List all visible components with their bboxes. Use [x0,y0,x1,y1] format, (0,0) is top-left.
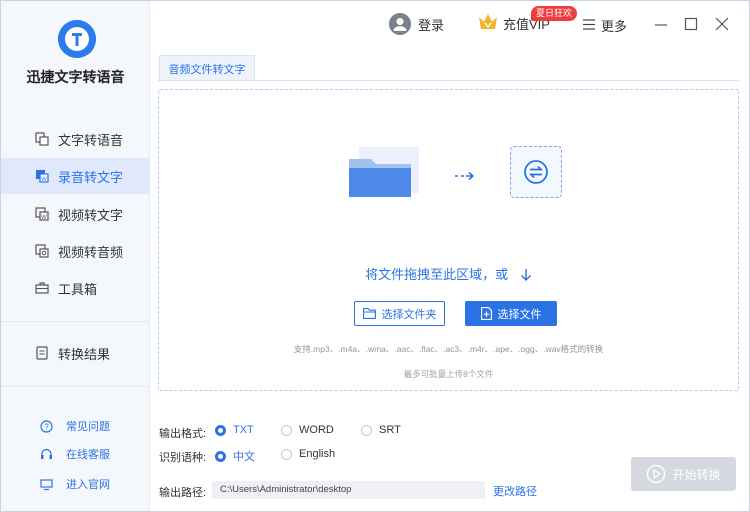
select-folder-label: 选择文件夹 [381,308,437,321]
radio-dot [215,450,226,462]
nav-label: 文字转语音 [58,132,124,148]
login-label: 登录 [418,17,445,33]
audio-to-text-icon: W [34,168,50,184]
output-path-field[interactable]: C:\Users\Administrator\desktop [212,481,485,499]
nav-item-toolbox[interactable]: 工具箱 [1,270,150,306]
nav-item-text-to-speech[interactable]: 文字转语音 [1,121,150,157]
convert-icon [510,146,562,198]
video-to-text-icon: W [34,206,50,222]
select-file-button[interactable]: 选择文件 [465,301,557,326]
nav-label: 录音转文字 [58,169,124,185]
format-radio-txt[interactable]: TXT [215,424,254,436]
nav-label: 视频转音频 [58,244,124,260]
result-icon [34,345,50,361]
nav-item-results[interactable]: 转换结果 [1,335,150,371]
close-icon[interactable] [714,16,730,32]
avatar-icon [389,13,411,35]
help-label: 进入官网 [66,479,110,491]
arrow-right-icon [455,170,475,184]
language-option-label: 中文 [233,451,255,463]
more-label: 更多 [601,19,628,34]
supported-formats-text: 支持.mp3、.m4a、.wma、.aac、.flac、.ac3、.m4r、.a… [293,344,604,354]
format-option-label: TXT [233,424,254,436]
video-to-audio-icon [34,243,50,259]
promo-badge: 夏日狂欢 [531,6,578,21]
nav-label: 视频转文字 [58,207,124,223]
title-bar: 登录 充值VIP 夏日狂欢 更多 [151,1,749,49]
output-path-label: 输出路径: [159,487,207,499]
maximize-icon[interactable] [683,16,699,32]
question-icon: ? [39,419,53,433]
folder-outline-icon [362,308,376,319]
output-format-label: 输出格式: [159,428,207,440]
help-label: 在线客服 [66,449,110,461]
svg-text:W: W [41,177,47,183]
help-label: 常见问题 [66,421,110,433]
tab-audio-to-text[interactable]: 音频文件转文字 [159,55,255,81]
language-label: 识别语种: [159,452,207,464]
select-folder-button[interactable]: 选择文件夹 [354,301,445,326]
nav-item-audio-to-text[interactable]: W 录音转文字 [1,158,150,194]
minimize-icon[interactable] [653,16,669,32]
drop-hint: 将文件拖拽至此区域，或 [159,264,738,284]
menu-icon [583,18,595,33]
help-online-service[interactable]: 在线客服 [39,446,110,462]
select-file-label: 选择文件 [497,308,542,321]
sidebar: 迅捷文字转语音 文字转语音 W 录音转文字 W 视频转文字 视频转音频 工具箱 … [1,1,150,511]
nav-label: 工具箱 [58,281,98,297]
play-icon [647,464,666,484]
help-faq[interactable]: ? 常见问题 [39,418,110,434]
login-button[interactable]: 登录 [389,13,444,35]
start-convert-label: 开始转换 [672,467,721,482]
file-add-icon [480,307,492,320]
svg-text:W: W [41,215,47,221]
svg-text:?: ? [44,422,49,431]
language-radio-chinese[interactable]: 中文 [215,448,255,464]
toolbox-icon [34,280,50,296]
radio-dot [281,424,292,436]
crown-icon [478,13,498,34]
text-to-speech-icon [34,131,50,147]
language-option-label: English [299,448,336,460]
app-name: 迅捷文字转语音 [26,69,125,85]
divider [1,386,150,387]
nav-label: 转换结果 [58,346,111,362]
upload-limit-text: 最多可批量上传8个文件 [403,369,494,379]
monitor-icon [39,477,53,491]
radio-dot [361,424,372,436]
file-drop-zone[interactable]: 将文件拖拽至此区域，或 选择文件夹 选择文件 支持.mp3、.m4a、.wma、… [158,89,739,391]
nav-item-video-to-audio[interactable]: 视频转音频 [1,233,150,269]
radio-dot [215,424,226,436]
language-radio-english[interactable]: English [281,448,335,460]
format-option-label: WORD [299,424,334,436]
app-logo-icon [58,20,96,58]
app-window: 迅捷文字转语音 文字转语音 W 录音转文字 W 视频转文字 视频转音频 工具箱 … [0,0,750,512]
radio-dot [281,448,292,460]
format-radio-word[interactable]: WORD [281,424,334,436]
help-website[interactable]: 进入官网 [39,476,110,492]
start-convert-button[interactable]: 开始转换 [631,457,736,491]
format-radio-srt[interactable]: SRT [361,424,401,436]
headset-icon [39,447,53,461]
folder-icon [349,147,419,202]
nav-item-video-to-text[interactable]: W 视频转文字 [1,196,150,232]
format-option-label: SRT [379,424,401,436]
tab-divider [158,80,739,81]
divider [1,321,150,322]
change-path-link[interactable]: 更改路径 [493,483,537,499]
drop-hint-text: 将文件拖拽至此区域，或 [365,267,509,282]
arrow-down-icon [520,268,532,284]
more-menu-button[interactable]: 更多 [583,16,627,35]
